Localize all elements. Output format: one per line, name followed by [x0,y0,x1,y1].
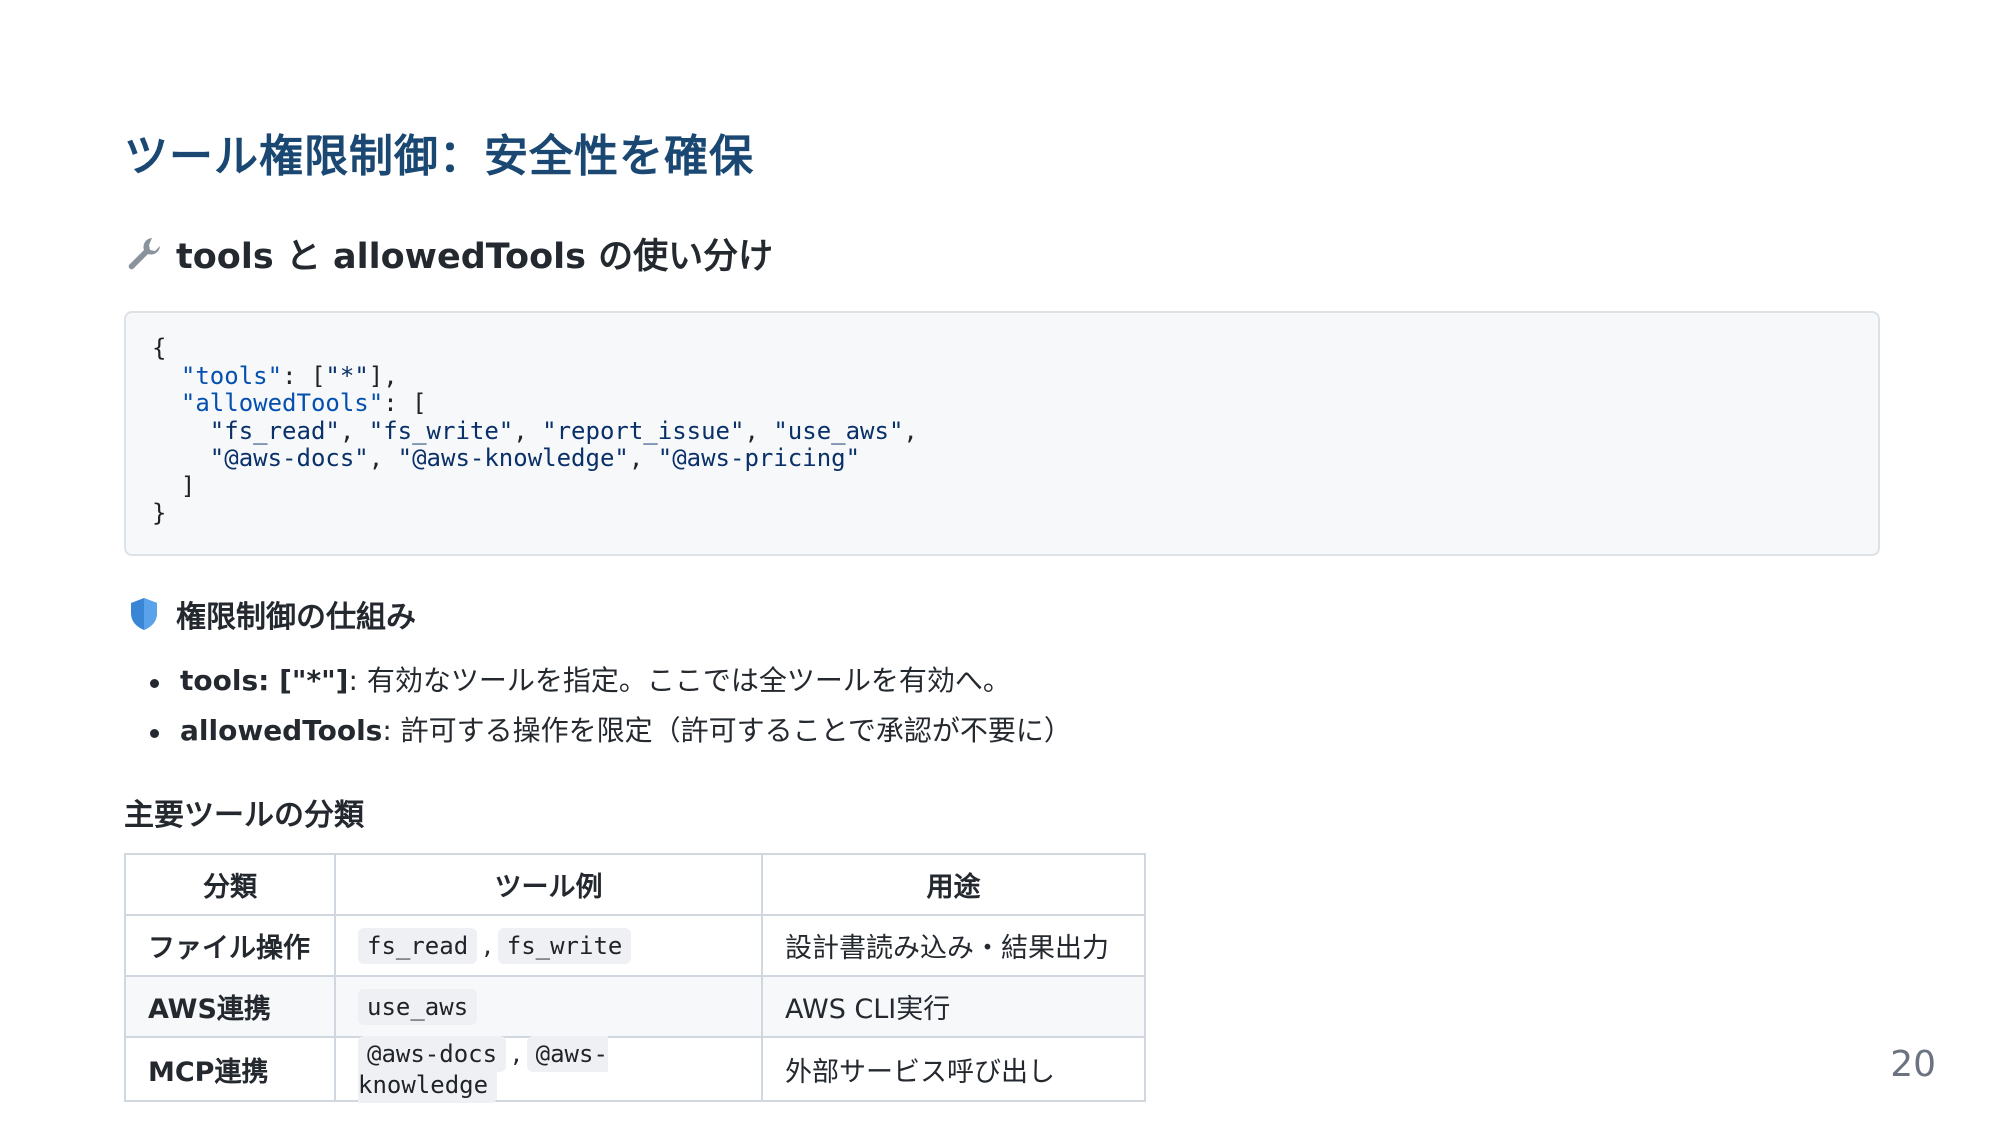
page-title: ツール権限制御：安全性を確保 [124,131,754,182]
bullet-term: tools: ["*"] [180,664,349,697]
bullet-text: : 有効なツールを指定。ここでは全ツールを有効へ。 [348,664,1011,697]
code-line: ] [152,471,196,500]
code-line: { [152,334,167,362]
column-header-use: 用途 [761,853,1146,916]
row-use: AWS CLI実行 [761,975,1146,1038]
row-category: AWS連携 [124,975,336,1038]
table-header-row: 分類 ツール例 用途 [124,853,1146,916]
row-category: ファイル操作 [124,914,336,977]
column-header-tools: ツール例 [334,853,763,916]
wrench-icon [128,237,160,269]
row-use: 設計書読み込み・結果出力 [761,914,1146,977]
tool-chip: fs_read [358,928,478,964]
tool-chip: fs_write [497,928,632,964]
table-row: AWS連携 use_aws AWS CLI実行 [124,975,1146,1038]
tools-table-heading: 主要ツールの分類 [124,798,364,833]
code-line: "fs_read", "fs_write", "report_issue", "… [209,416,918,445]
bullet-text: : 許可する操作を限定（許可することで承認が不要に） [382,714,1072,747]
row-category: MCP連携 [124,1036,336,1102]
shield-icon [131,598,157,630]
tools-section-heading: tools と allowedTools の使い分け [124,228,773,279]
column-header-category: 分類 [124,853,336,916]
tools-heading-text: tools と allowedTools の使い分け [176,237,774,277]
tool-chip: use_aws [358,989,478,1025]
row-tools: fs_read, fs_write [334,914,763,977]
permission-heading-text: 権限制御の仕組み [176,600,416,635]
table-row: MCP連携 @aws-docs, @aws-knowledge 外部サービス呼び出… [124,1036,1146,1103]
page-number: 20 [1890,1044,1936,1085]
code-line: } [152,499,167,527]
code-line: "allowedTools": [ [180,389,427,417]
bullet-tools: tools: ["*"]: 有効なツールを指定。ここでは全ツールを有効へ。 [148,660,1072,710]
slide: ツール権限制御：安全性を確保 tools と allowedTools の使い分… [0,0,2000,1127]
code-line: "tools": ["*"], [180,361,398,390]
row-tools: use_aws [334,975,763,1038]
row-use: 外部サービス呼び出し [761,1036,1146,1102]
code-block: { "tools": ["*"], "allowedTools": [ "fs_… [124,311,1880,556]
tools-table: 分類 ツール例 用途 ファイル操作 fs_read, fs_write 設計書読み… [124,853,1146,1103]
table-row: ファイル操作 fs_read, fs_write 設計書読み込み・結果出力 [124,914,1146,977]
bullet-term: allowedTools [180,714,383,747]
code-line: "@aws-docs", "@aws-knowledge", "@aws-pri… [209,444,861,472]
bullet-allowed-tools: allowedTools: 許可する操作を限定（許可することで承認が不要に） [148,710,1072,760]
row-tools: @aws-docs, @aws-knowledge [334,1036,763,1103]
permission-section-heading: 権限制御の仕組み [124,592,416,636]
permission-bullets: tools: ["*"]: 有効なツールを指定。ここでは全ツールを有効へ。 al… [148,660,1072,760]
